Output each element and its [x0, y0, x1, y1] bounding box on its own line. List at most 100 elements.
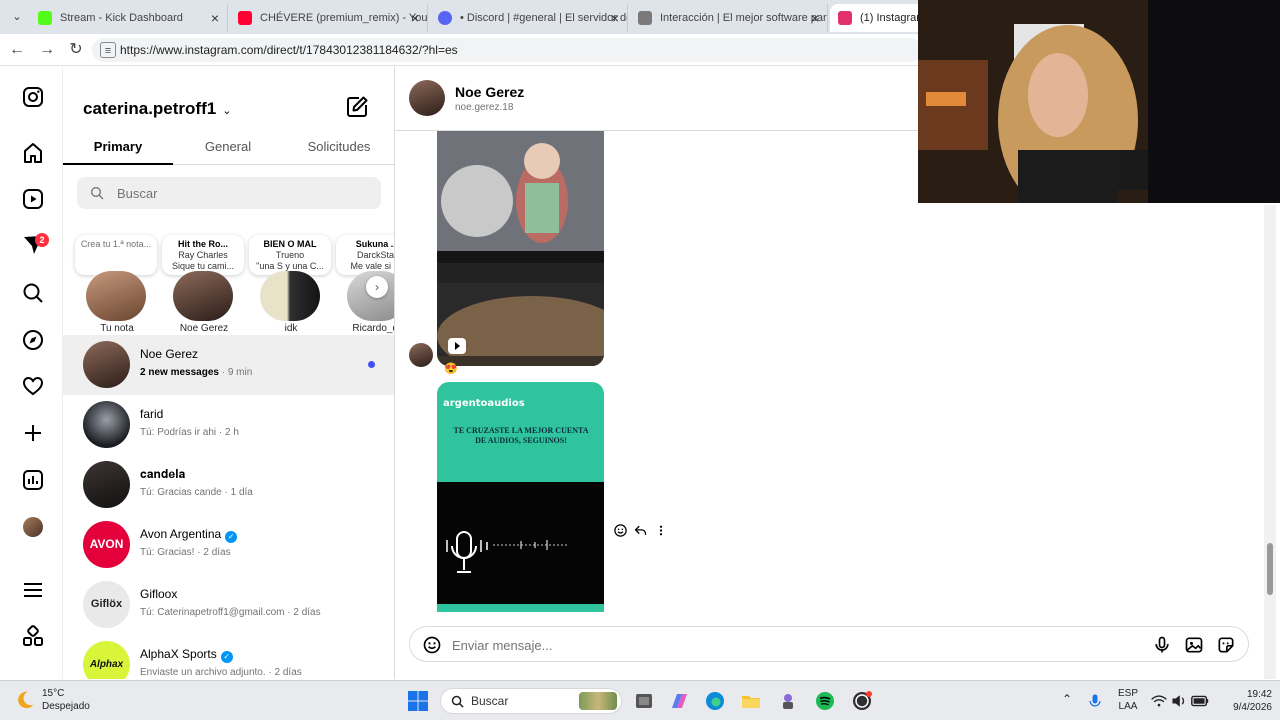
file-explorer-icon[interactable]	[740, 690, 762, 712]
conversation-preview: Tú: Podrías ir ahi · 2 h	[140, 427, 239, 438]
chat-contact-name[interactable]: Noe Gerez	[455, 84, 524, 100]
instagram-logo-icon[interactable]	[21, 85, 45, 109]
more-options-icon[interactable]	[655, 523, 667, 538]
notifications-heart-icon[interactable]	[21, 374, 45, 398]
chat-contact-handle: noe.gerez.18	[455, 102, 514, 113]
create-plus-icon[interactable]	[21, 421, 45, 445]
dashboard-icon[interactable]	[21, 468, 45, 492]
weather-temperature[interactable]: 15°C	[42, 688, 64, 699]
edge-browser-icon[interactable]	[704, 690, 726, 712]
tab-primary[interactable]: Primary	[63, 139, 173, 154]
webcam-image	[918, 0, 1280, 203]
weather-description[interactable]: Despejado	[42, 701, 90, 712]
conversation-preview: 2 new messages · 9 min	[140, 367, 253, 378]
note-bubble[interactable]: Crea tu 1.ª nota...	[75, 235, 157, 275]
new-message-icon[interactable]	[345, 95, 369, 119]
avatar: AVON	[83, 521, 130, 568]
reload-icon[interactable]: ↻	[65, 39, 87, 61]
browser-tab-discord[interactable]: • Discord | #general | El servidor de ×	[430, 4, 628, 32]
volume-icon[interactable]	[1170, 690, 1188, 712]
reel-play-icon	[448, 338, 466, 354]
obs-studio-icon[interactable]	[851, 690, 873, 712]
avatar[interactable]	[86, 271, 146, 321]
note-bubble[interactable]: Hit the Ro... Ray Charles Sique tu cami...	[162, 235, 244, 275]
browser-tab-instagram[interactable]: (1) Instagram	[830, 4, 930, 32]
avatar[interactable]	[173, 271, 233, 321]
messages-badge: 2	[35, 233, 49, 247]
task-view-icon[interactable]	[633, 690, 655, 712]
shared-audio-post[interactable]: argentoaudios TE CRUZASTE LA MEJOR CUENT…	[437, 382, 604, 612]
more-menu-icon[interactable]	[21, 578, 45, 602]
battery-icon[interactable]	[1190, 690, 1210, 712]
explore-icon[interactable]	[21, 328, 45, 352]
close-tab-icon[interactable]: ×	[411, 4, 419, 32]
reply-icon[interactable]	[633, 523, 648, 538]
search-input[interactable]	[117, 183, 357, 203]
conversation-farid[interactable]: farid Tú: Podrías ir ahi · 2 h	[63, 395, 394, 455]
tab-requests[interactable]: Solicitudes	[284, 139, 394, 154]
tab-list-menu-icon[interactable]: ⌄	[6, 7, 28, 27]
search-icon[interactable]	[21, 281, 45, 305]
wifi-icon[interactable]	[1150, 690, 1168, 712]
tab-title: • Discord | #general | El servidor de	[460, 12, 628, 24]
windows-start-icon[interactable]	[407, 690, 429, 712]
site-info-icon[interactable]: ≡	[100, 42, 116, 58]
shared-reel-video[interactable]	[437, 131, 604, 366]
note-bubble[interactable]: Sukuna ...DarckStarMe vale si no	[336, 235, 394, 275]
image-icon[interactable]	[1184, 635, 1204, 655]
chevron-up-icon[interactable]: ⌃	[1062, 692, 1072, 706]
taskbar-search[interactable]: Buscar	[440, 688, 622, 714]
close-tab-icon[interactable]: ×	[211, 4, 219, 32]
chevron-right-icon[interactable]: ›	[366, 276, 388, 298]
note-text: Crea tu 1.ª nota...	[80, 239, 152, 249]
microphone-icon[interactable]	[1086, 690, 1104, 712]
tab-general[interactable]: General	[173, 139, 283, 154]
url-field[interactable]: ≡ https://www.instagram.com/direct/t/178…	[92, 38, 922, 62]
conversation-name: AlphaX Sports ✓	[140, 647, 233, 663]
profile-avatar[interactable]	[23, 517, 43, 537]
close-tab-icon[interactable]: ×	[611, 4, 619, 32]
account-switcher[interactable]: caterina.petroff1 ⌄	[83, 99, 231, 119]
avatar[interactable]	[409, 80, 445, 116]
note-bubble[interactable]: BIEN O MAL Trueno "una S y una C...	[249, 235, 331, 275]
react-emoji-icon[interactable]	[613, 523, 628, 538]
clock-date: 9/4/2026	[1233, 702, 1272, 713]
also-from-meta-icon[interactable]	[21, 624, 45, 648]
microphone-icon[interactable]	[1152, 635, 1172, 655]
close-tab-icon[interactable]: ×	[811, 4, 819, 32]
conversation-avon[interactable]: AVON Avon Argentina ✓ Tú: Gracias! · 2 dí…	[63, 515, 394, 575]
input-language-bottom[interactable]: LAA	[1114, 701, 1142, 712]
moon-weather-icon[interactable]	[14, 689, 36, 711]
avatar[interactable]	[260, 271, 320, 321]
reaction-emoji-icon[interactable]: 😍	[444, 362, 458, 375]
home-icon[interactable]	[21, 141, 45, 165]
spotify-icon[interactable]	[814, 690, 836, 712]
note-artist: Ray Charles	[178, 250, 228, 260]
conversation-name: Noe Gerez	[140, 347, 199, 361]
discord-icon	[438, 11, 452, 25]
forward-icon[interactable]: →	[36, 39, 58, 61]
browser-tab-interaccion[interactable]: Interacción | El mejor software para ×	[630, 4, 828, 32]
conversation-gifloox[interactable]: Giflöx Gifloox Tú: Caterinapetroff1@gmai…	[63, 575, 394, 635]
reels-icon[interactable]	[21, 187, 45, 211]
conversation-noe-gerez[interactable]: Noe Gerez 2 new messages · 9 min	[63, 335, 394, 395]
app-icon[interactable]	[777, 690, 799, 712]
chat-scrollbar[interactable]	[1264, 205, 1276, 679]
sticker-icon[interactable]	[1216, 635, 1236, 655]
back-icon[interactable]: ←	[6, 39, 28, 61]
browser-tab-youtube[interactable]: CHÉVERE (premium_remix) - YouTube ×	[230, 4, 428, 32]
conversation-alphax[interactable]: Alphax AlphaX Sports ✓ Enviaste un archiv…	[63, 635, 394, 679]
verified-badge-icon: ✓	[225, 531, 238, 543]
input-language-top[interactable]: ESP	[1114, 688, 1142, 699]
conversation-candela[interactable]: 𝐜𝐚𝐧𝐝𝐞𝐥𝐚 Tú: Gracias cande · 1 día	[63, 455, 394, 515]
copilot-icon[interactable]	[668, 690, 690, 712]
emoji-picker-icon[interactable]	[422, 635, 442, 655]
message-input[interactable]	[452, 635, 1092, 655]
sender-avatar[interactable]	[409, 343, 433, 367]
taskbar-search-label: Buscar	[471, 694, 509, 708]
system-clock[interactable]: 19:42 9/4/2026	[1216, 688, 1272, 714]
inbox-panel: caterina.petroff1 ⌄ Primary General Solic…	[63, 67, 395, 679]
browser-tab-kick[interactable]: Stream - Kick Dashboard ×	[30, 4, 228, 32]
scrollbar-thumb[interactable]	[1267, 543, 1273, 595]
conversation-preview: Tú: Gracias cande · 1 día	[140, 487, 253, 498]
